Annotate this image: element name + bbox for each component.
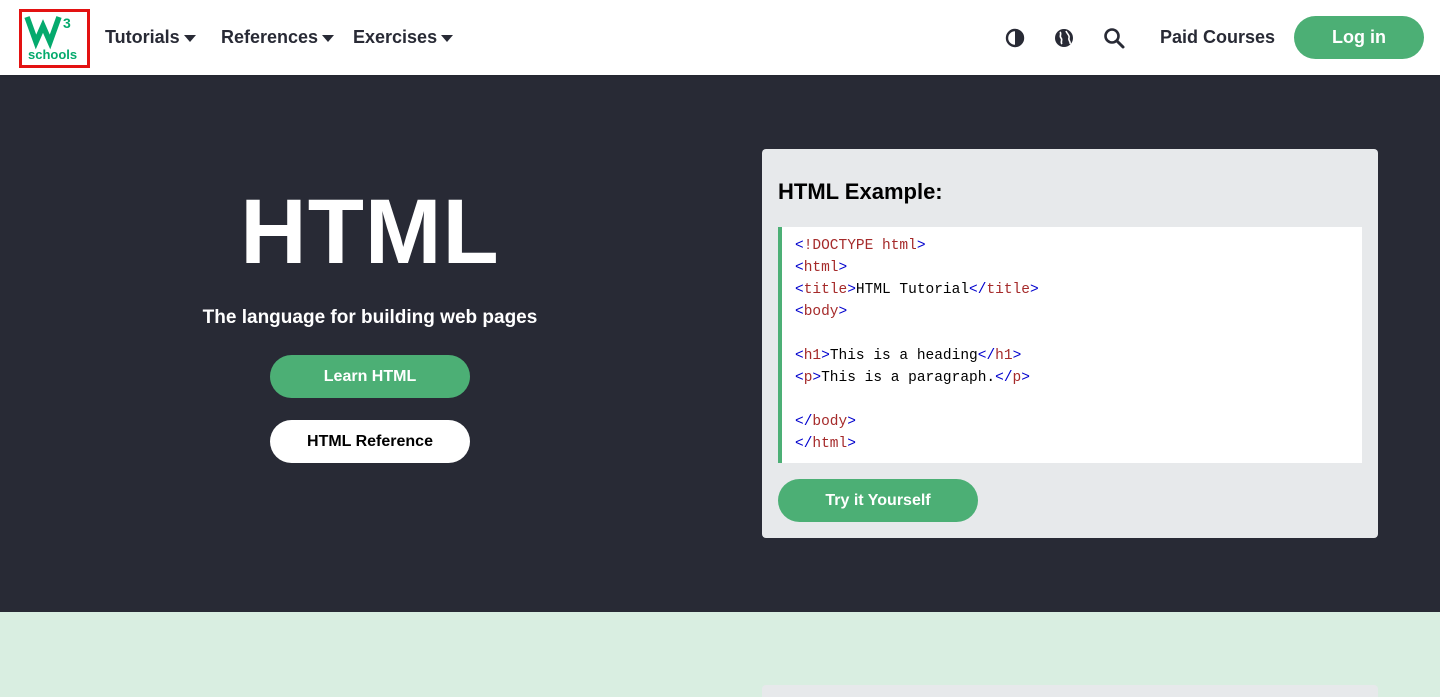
next-section xyxy=(0,612,1440,697)
nav-tutorials-label: Tutorials xyxy=(105,27,180,47)
code-line: </html> xyxy=(795,436,856,452)
logo-superscript: 3 xyxy=(63,15,71,31)
learn-html-button[interactable]: Learn HTML xyxy=(270,355,470,398)
caret-down-icon xyxy=(322,35,335,42)
code-line: </body> xyxy=(795,414,856,430)
caret-down-icon xyxy=(441,35,454,42)
nav-tutorials[interactable]: Tutorials xyxy=(105,0,196,75)
nav-references[interactable]: References xyxy=(221,0,335,75)
nav-exercises[interactable]: Exercises xyxy=(353,0,454,75)
code-example: <!DOCTYPE html> <html> <title>HTML Tutoria… xyxy=(778,227,1362,463)
code-line: <html> xyxy=(795,260,848,276)
next-example-card xyxy=(762,685,1378,697)
logo-mark-icon: 3 schools xyxy=(24,15,77,62)
top-navbar: 3 schools Tutorials References Exercises… xyxy=(0,0,1440,75)
page-title: HTML xyxy=(240,181,500,283)
nav-exercises-label: Exercises xyxy=(353,27,438,47)
hero-section: HTML The language for building web pages… xyxy=(0,75,1440,612)
paid-courses-link[interactable]: Paid Courses xyxy=(1160,0,1275,75)
contrast-icon[interactable] xyxy=(1003,26,1027,50)
nav-references-label: References xyxy=(221,27,319,47)
globe-icon[interactable] xyxy=(1052,26,1076,50)
example-title: HTML Example: xyxy=(778,179,943,204)
w3schools-logo[interactable]: 3 schools xyxy=(19,9,90,68)
login-button[interactable]: Log in xyxy=(1294,16,1424,59)
caret-down-icon xyxy=(183,35,196,42)
code-line: <title>HTML Tutorial</title> xyxy=(795,282,1039,298)
code-line: <h1>This is a heading</h1> xyxy=(795,348,1022,364)
page-subtitle: The language for building web pages xyxy=(202,307,538,328)
try-it-yourself-button[interactable]: Try it Yourself xyxy=(778,479,978,522)
code-line: <body> xyxy=(795,304,848,320)
search-icon[interactable] xyxy=(1102,26,1126,50)
code-line: <p>This is a paragraph.</p> xyxy=(795,370,1030,386)
html-reference-button[interactable]: HTML Reference xyxy=(270,420,470,463)
code-line: <!DOCTYPE html> xyxy=(795,238,926,254)
logo-text: schools xyxy=(28,47,77,62)
html-example-card: HTML Example: <!DOCTYPE html> <html> <titl… xyxy=(762,149,1378,538)
